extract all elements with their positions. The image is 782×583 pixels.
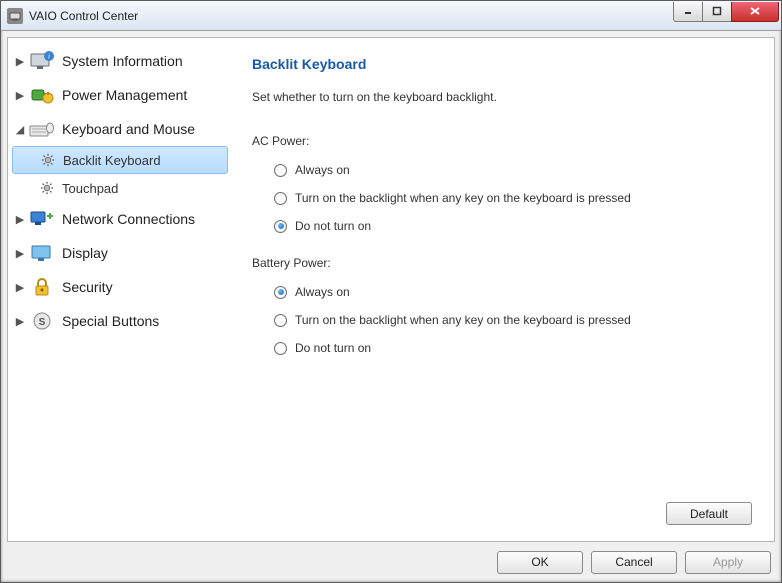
gear-icon — [38, 179, 56, 197]
radio-label: Turn on the backlight when any key on th… — [295, 191, 631, 205]
nav-item-security[interactable]: ▶ Security — [8, 270, 232, 304]
cancel-button[interactable]: Cancel — [591, 551, 677, 574]
radio-ac-always-on[interactable]: Always on — [274, 159, 754, 181]
window-buttons — [674, 2, 779, 22]
radio-icon — [274, 314, 287, 327]
nav-sublabel: Touchpad — [62, 181, 118, 196]
body: ▶ i System Information ▶ Power Managemen… — [1, 31, 781, 542]
content-description: Set whether to turn on the keyboard back… — [252, 90, 754, 104]
nav-subitem-backlit-keyboard[interactable]: Backlit Keyboard — [12, 146, 228, 174]
radio-icon — [274, 220, 287, 233]
radio-icon — [274, 192, 287, 205]
svg-text:S: S — [39, 317, 46, 328]
collapse-arrow-icon: ◢ — [14, 123, 26, 136]
app-window: VAIO Control Center ▶ i System Informati… — [0, 0, 782, 583]
radio-ac-on-keypress[interactable]: Turn on the backlight when any key on th… — [274, 187, 754, 209]
nav-item-special-buttons[interactable]: ▶ S Special Buttons — [8, 304, 232, 338]
display-icon — [28, 241, 56, 265]
nav-label: Display — [62, 245, 108, 261]
expand-arrow-icon: ▶ — [14, 247, 26, 260]
nav-item-keyboard-mouse[interactable]: ◢ Keyboard and Mouse — [8, 112, 232, 146]
power-icon — [28, 83, 56, 107]
radio-icon — [274, 164, 287, 177]
default-button[interactable]: Default — [666, 502, 752, 525]
network-icon — [28, 207, 56, 231]
radio-label: Always on — [295, 163, 350, 177]
nav-item-power-management[interactable]: ▶ Power Management — [8, 78, 232, 112]
gear-icon — [39, 151, 57, 169]
expand-arrow-icon: ▶ — [14, 281, 26, 294]
nav-label: Keyboard and Mouse — [62, 121, 195, 137]
nav-subitem-touchpad[interactable]: Touchpad — [8, 174, 232, 202]
window-title: VAIO Control Center — [29, 9, 674, 23]
radio-batt-do-not-turn-on[interactable]: Do not turn on — [274, 337, 754, 359]
nav-label: Special Buttons — [62, 313, 159, 329]
default-row: Default — [252, 498, 754, 531]
footer: OK Cancel Apply — [1, 542, 781, 582]
radio-label: Turn on the backlight when any key on th… — [295, 313, 631, 327]
nav-item-system-information[interactable]: ▶ i System Information — [8, 44, 232, 78]
expand-arrow-icon: ▶ — [14, 315, 26, 328]
system-info-icon: i — [28, 49, 56, 73]
special-buttons-icon: S — [28, 309, 56, 333]
titlebar[interactable]: VAIO Control Center — [1, 1, 781, 31]
nav-label: Network Connections — [62, 211, 195, 227]
maximize-button[interactable] — [702, 2, 732, 22]
svg-text:i: i — [48, 53, 50, 61]
radio-label: Always on — [295, 285, 350, 299]
nav-item-display[interactable]: ▶ Display — [8, 236, 232, 270]
close-button[interactable] — [731, 2, 779, 22]
content-heading: Backlit Keyboard — [252, 56, 754, 72]
apply-button[interactable]: Apply — [685, 551, 771, 574]
expand-arrow-icon: ▶ — [14, 213, 26, 226]
radio-ac-do-not-turn-on[interactable]: Do not turn on — [274, 215, 754, 237]
expand-arrow-icon: ▶ — [14, 55, 26, 68]
nav-label: System Information — [62, 53, 183, 69]
group-label-ac: AC Power: — [252, 134, 754, 148]
radio-label: Do not turn on — [295, 341, 371, 355]
nav-label: Security — [62, 279, 113, 295]
panels: ▶ i System Information ▶ Power Managemen… — [7, 37, 775, 542]
expand-arrow-icon: ▶ — [14, 89, 26, 102]
nav-label: Power Management — [62, 87, 187, 103]
nav-sublabel: Backlit Keyboard — [63, 153, 161, 168]
nav-panel: ▶ i System Information ▶ Power Managemen… — [7, 37, 232, 542]
radio-icon — [274, 342, 287, 355]
minimize-button[interactable] — [673, 2, 703, 22]
group-label-battery: Battery Power: — [252, 256, 754, 270]
radio-batt-always-on[interactable]: Always on — [274, 281, 754, 303]
nav-item-network[interactable]: ▶ Network Connections — [8, 202, 232, 236]
radio-icon — [274, 286, 287, 299]
lock-icon — [28, 275, 56, 299]
ok-button[interactable]: OK — [497, 551, 583, 574]
app-icon — [7, 8, 23, 24]
radio-label: Do not turn on — [295, 219, 371, 233]
keyboard-mouse-icon — [28, 117, 56, 141]
content-panel: Backlit Keyboard Set whether to turn on … — [232, 37, 775, 542]
radio-batt-on-keypress[interactable]: Turn on the backlight when any key on th… — [274, 309, 754, 331]
